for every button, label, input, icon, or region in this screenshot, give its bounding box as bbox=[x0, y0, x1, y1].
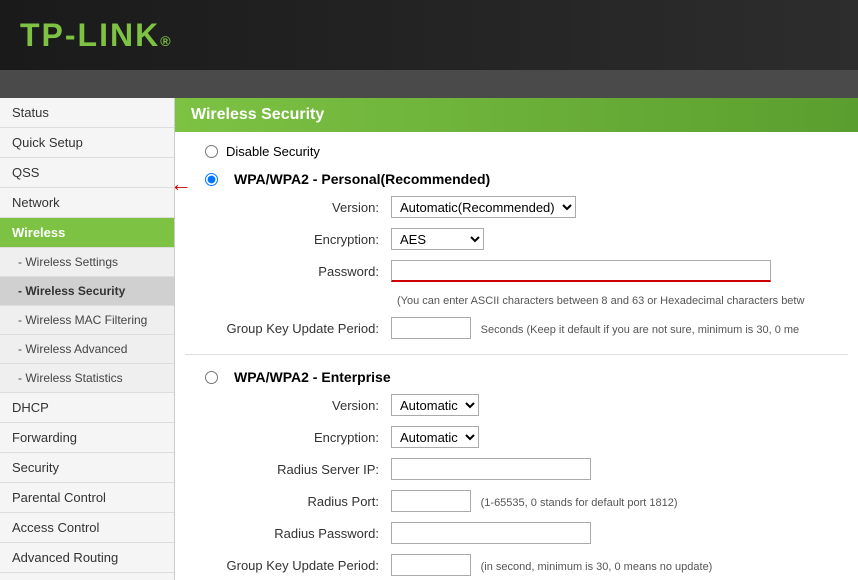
sidebar-item-status[interactable]: Status bbox=[0, 98, 174, 128]
sidebar-item-qss[interactable]: QSS bbox=[0, 158, 174, 188]
radius-server-ip-row: Radius Server IP: bbox=[205, 453, 858, 485]
header: TP-LINK® bbox=[0, 0, 858, 70]
radius-password-input[interactable] bbox=[391, 522, 591, 544]
version-label-personal: Version: bbox=[205, 191, 385, 223]
page-title-bar: Wireless Security bbox=[175, 98, 858, 132]
content-area: Wireless Security Disable Security ← WPA… bbox=[175, 98, 858, 580]
encryption-row-enterprise: Encryption: Automatic AES TKIP bbox=[205, 421, 858, 453]
sidebar-item-wireless-statistics[interactable]: - Wireless Statistics bbox=[0, 364, 174, 393]
sidebar-item-network[interactable]: Network bbox=[0, 188, 174, 218]
radius-port-row: Radius Port: 1812 (1-65535, 0 stands for… bbox=[205, 485, 858, 517]
sidebar-item-wireless-mac-filtering[interactable]: - Wireless MAC Filtering bbox=[0, 306, 174, 335]
sidebar-item-wireless-security[interactable]: - Wireless Security bbox=[0, 277, 174, 306]
wpa-enterprise-table: Version: Automatic WPA WPA2 Encryption: … bbox=[205, 389, 858, 580]
sidebar-item-quick-setup[interactable]: Quick Setup bbox=[0, 128, 174, 158]
radius-server-ip-label: Radius Server IP: bbox=[205, 453, 385, 485]
sidebar-item-wireless-settings[interactable]: - Wireless Settings bbox=[0, 248, 174, 277]
password-hint-row: (You can enter ASCII characters between … bbox=[205, 287, 858, 312]
main-layout: StatusQuick SetupQSSNetworkWireless- Wir… bbox=[0, 98, 858, 580]
section-divider bbox=[185, 354, 848, 355]
logo-tm: ® bbox=[160, 33, 172, 49]
group-key-label-enterprise: Group Key Update Period: bbox=[205, 549, 385, 580]
password-label: Password: bbox=[205, 255, 385, 287]
radius-password-row: Radius Password: bbox=[205, 517, 858, 549]
password-hint: (You can enter ASCII characters between … bbox=[391, 295, 804, 307]
encryption-label-enterprise: Encryption: bbox=[205, 421, 385, 453]
sidebar-item-forwarding[interactable]: Forwarding bbox=[0, 423, 174, 453]
wpa-enterprise-radio[interactable] bbox=[205, 371, 218, 384]
form-content: Disable Security ← WPA/WPA2 - Personal(R… bbox=[175, 144, 858, 580]
version-label-enterprise: Version: bbox=[205, 389, 385, 421]
encryption-row-personal: Encryption: AES TKIP AES+TKIP bbox=[205, 223, 858, 255]
wpa-personal-table: Version: Automatic(Recommended) WPA WPA2… bbox=[205, 191, 858, 344]
group-key-input-enterprise[interactable]: 0 bbox=[391, 554, 471, 576]
group-key-label-personal: Group Key Update Period: bbox=[205, 312, 385, 344]
page-title: Wireless Security bbox=[191, 106, 324, 123]
encryption-select-enterprise[interactable]: Automatic AES TKIP bbox=[391, 426, 479, 448]
password-input[interactable] bbox=[391, 260, 771, 282]
version-select-enterprise[interactable]: Automatic WPA WPA2 bbox=[391, 394, 479, 416]
group-key-hint-personal: Seconds (Keep it default if you are not … bbox=[475, 324, 800, 336]
radius-port-hint: (1-65535, 0 stands for default port 1812… bbox=[475, 497, 678, 509]
encryption-select-personal[interactable]: AES TKIP AES+TKIP bbox=[391, 228, 484, 250]
disable-security-label: Disable Security bbox=[226, 144, 320, 159]
arrow-indicator: ← bbox=[175, 171, 192, 197]
wpa-personal-label: WPA/WPA2 - Personal(Recommended) bbox=[234, 171, 490, 187]
version-select-personal[interactable]: Automatic(Recommended) WPA WPA2 bbox=[391, 196, 576, 218]
sidebar-item-dhcp[interactable]: DHCP bbox=[0, 393, 174, 423]
radius-password-label: Radius Password: bbox=[205, 517, 385, 549]
logo: TP-LINK® bbox=[20, 17, 173, 54]
radius-group-key-hint: (in second, minimum is 30, 0 means no up… bbox=[475, 561, 713, 573]
encryption-label-personal: Encryption: bbox=[205, 223, 385, 255]
sidebar-item-access-control[interactable]: Access Control bbox=[0, 513, 174, 543]
group-key-row-personal: Group Key Update Period: 0 Seconds (Keep… bbox=[205, 312, 858, 344]
sidebar-item-security[interactable]: Security bbox=[0, 453, 174, 483]
sidebar: StatusQuick SetupQSSNetworkWireless- Wir… bbox=[0, 98, 175, 580]
disable-security-radio[interactable] bbox=[205, 145, 218, 158]
version-row-enterprise: Version: Automatic WPA WPA2 bbox=[205, 389, 858, 421]
radius-port-label: Radius Port: bbox=[205, 485, 385, 517]
wpa-enterprise-label: WPA/WPA2 - Enterprise bbox=[234, 369, 391, 385]
sidebar-item-bandwidth-control[interactable]: Bandwidth Control bbox=[0, 573, 174, 580]
radius-server-ip-input[interactable] bbox=[391, 458, 591, 480]
radius-port-input[interactable]: 1812 bbox=[391, 490, 471, 512]
logo-text: TP-LINK bbox=[20, 17, 160, 53]
nav-bar bbox=[0, 70, 858, 98]
version-row-personal: Version: Automatic(Recommended) WPA WPA2 bbox=[205, 191, 858, 223]
sidebar-item-wireless-advanced[interactable]: - Wireless Advanced bbox=[0, 335, 174, 364]
group-key-row-enterprise: Group Key Update Period: 0 (in second, m… bbox=[205, 549, 858, 580]
password-row: Password: bbox=[205, 255, 858, 287]
sidebar-item-wireless[interactable]: Wireless bbox=[0, 218, 174, 248]
wpa-personal-radio[interactable] bbox=[205, 173, 218, 186]
disable-security-row: Disable Security bbox=[185, 144, 848, 167]
group-key-input-personal[interactable]: 0 bbox=[391, 317, 471, 339]
sidebar-item-parental-control[interactable]: Parental Control bbox=[0, 483, 174, 513]
sidebar-item-advanced-routing[interactable]: Advanced Routing bbox=[0, 543, 174, 573]
